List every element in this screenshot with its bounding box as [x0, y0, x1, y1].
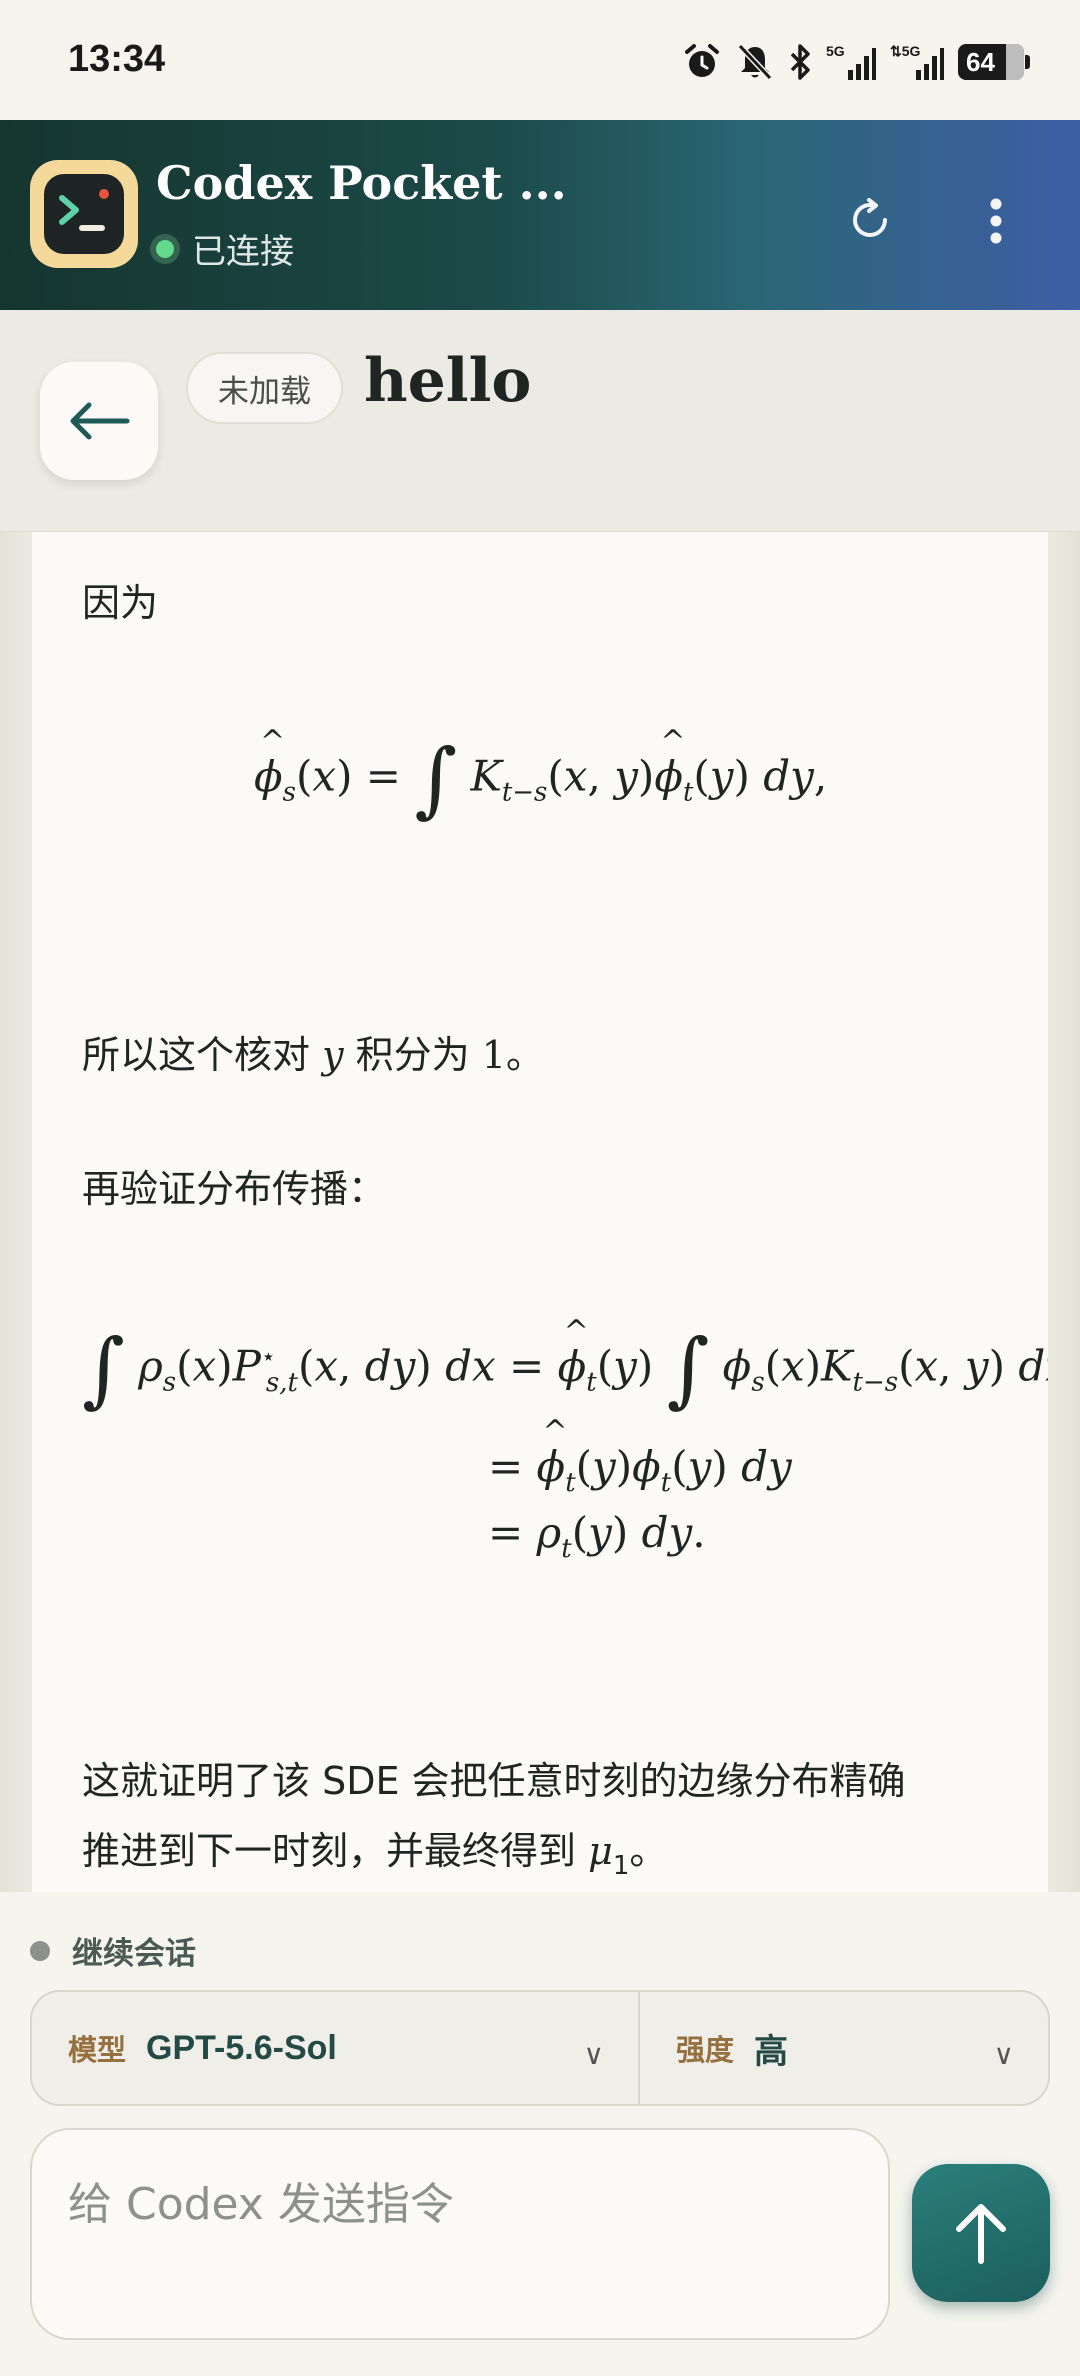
app-header: Codex Pocket ... 已连接 [0, 120, 1080, 310]
connected-dot-icon [150, 233, 180, 264]
effort-value: 高 [754, 2032, 789, 2071]
refresh-button[interactable] [840, 190, 900, 250]
connection-status: 已连接 [150, 224, 294, 273]
svg-text:5G: 5G [826, 43, 845, 59]
effort-label: 强度 [676, 2033, 735, 2067]
arrow-up-icon [956, 2204, 1006, 2264]
thread-title-bar: 未加载 hello [0, 310, 1080, 532]
continue-session: 继续会话 [30, 1928, 196, 1973]
connection-status-text: 已连接 [192, 232, 294, 272]
app-title: Codex Pocket ... [156, 156, 567, 210]
continue-session-label: 继续会话 [72, 1936, 196, 1972]
chevron-down-icon: ∨ [583, 2038, 605, 2071]
effort-select[interactable]: 强度 高 ∨ [640, 1992, 1048, 2104]
signal-5g-icon: 5G [826, 43, 876, 80]
model-label: 模型 [68, 2033, 127, 2067]
battery-icon: 64 [958, 44, 1030, 80]
status-icons: 5G ⇅5G 64 [682, 40, 1030, 84]
arrow-left-icon [70, 402, 130, 440]
bluetooth-icon [790, 44, 810, 80]
model-value: GPT-5.6-Sol [146, 2028, 337, 2067]
more-vert-icon [990, 198, 1002, 244]
status-time: 13:34 [68, 38, 166, 80]
assistant-message: 因为 ϕs(x) = ∫ Kt−s(x, y)ϕt(y) dy, 所以这个核对 … [32, 532, 1048, 1892]
battery-level: 64 [966, 46, 995, 77]
signal-5g-secondary-icon: ⇅5G [890, 43, 944, 80]
message-input[interactable]: 给 Codex 发送指令 [30, 2128, 890, 2340]
math-equation: = ρt(y) dy. [488, 1508, 706, 1564]
terminal-logo-icon [30, 160, 138, 268]
send-button[interactable] [912, 2164, 1050, 2302]
more-options-button[interactable] [966, 186, 1026, 256]
mute-icon [737, 43, 773, 81]
load-state-chip[interactable]: 未加载 [186, 352, 343, 424]
math-equation: ϕs(x) = ∫ Kt−s(x, y)ϕt(y) dy, [254, 724, 827, 828]
chevron-down-icon: ∨ [993, 2038, 1015, 2071]
math-equation: = ϕt(y)ϕt(y) dy [488, 1414, 792, 1498]
status-bar: 13:34 5G ⇅5G 64 [0, 0, 1080, 120]
message-paragraph: 因为 [82, 581, 159, 625]
alarm-icon [685, 44, 719, 77]
message-paragraph: 推进到下一时刻，并最终得到 μ1。 [82, 1829, 668, 1881]
svg-text:⇅5G: ⇅5G [890, 43, 921, 59]
math-equation: ∫ ρs(x)P⋆s,t(x, dy) dx = ϕt(y) ∫ ϕs(x)Kt… [82, 1314, 1048, 1418]
session-dot-icon [30, 1940, 50, 1961]
refresh-icon [853, 198, 887, 237]
message-paragraph: 所以这个核对 y 积分为 1。 [82, 1033, 544, 1077]
back-button[interactable] [40, 362, 158, 480]
composer-panel: 继续会话 模型 GPT-5.6-Sol ∨ 强度 高 ∨ 给 Codex 发送指… [0, 1892, 1080, 2376]
message-paragraph: 这就证明了该 SDE 会把任意时刻的边缘分布精确 [82, 1759, 906, 1803]
message-paragraph: 再验证分布传播： [82, 1167, 387, 1211]
thread-title: hello [364, 346, 532, 416]
model-select[interactable]: 模型 GPT-5.6-Sol ∨ [32, 1992, 640, 2104]
model-settings: 模型 GPT-5.6-Sol ∨ 强度 高 ∨ [30, 1990, 1050, 2106]
